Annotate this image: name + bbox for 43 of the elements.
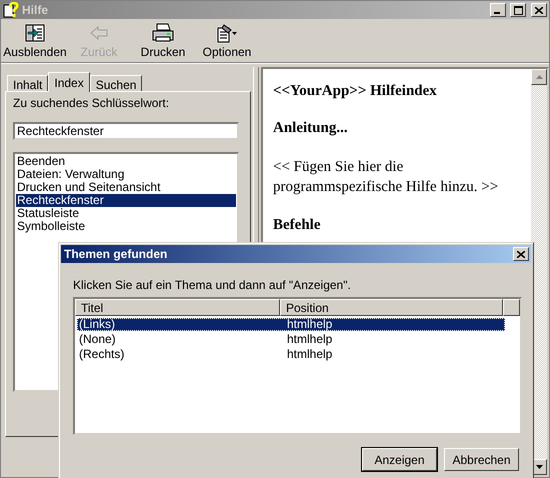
column-header[interactable]: Position (280, 299, 503, 316)
help-heading: Anleitung... (273, 120, 349, 137)
toolbar-button[interactable]: Drucken (131, 21, 195, 62)
hide-pane-icon (25, 23, 45, 43)
toolbar-button[interactable]: Optionen (195, 21, 259, 62)
dialog-button[interactable]: Anzeigen (362, 448, 437, 471)
printer-icon (152, 23, 174, 43)
up-arrow-icon (536, 75, 542, 79)
index-item[interactable]: Symbolleiste (16, 220, 236, 233)
tab[interactable]: Index (48, 72, 90, 92)
topic-row[interactable]: (Rechts) htmlhelp (77, 348, 505, 361)
dialog-button[interactable]: Abbrechen (444, 448, 519, 471)
help-heading: Befehle (273, 217, 322, 234)
back-arrow-icon (89, 23, 109, 43)
close-icon (535, 6, 543, 14)
keyword-field[interactable]: Rechteckfenster (13, 122, 239, 140)
close-icon (517, 250, 525, 258)
index-item[interactable]: Dateien: Verwaltung (16, 168, 236, 181)
tab[interactable]: Inhalt (7, 75, 48, 91)
minimize-button[interactable] (490, 3, 506, 17)
keyword-label: Zu suchendes Schlüsselwort: (13, 96, 170, 110)
maximize-button[interactable] (510, 3, 526, 17)
index-item[interactable]: Beenden (16, 155, 236, 168)
topic-row[interactable]: (Links) htmlhelp (77, 318, 505, 331)
close-button[interactable] (513, 247, 529, 261)
instruction-text: Klicken Sie auf ein Thema und dann auf "Anzeigen". (73, 278, 352, 292)
window-title: Hilfe (22, 3, 48, 17)
topic-row[interactable]: (None) htmlhelp (77, 333, 505, 346)
close-button[interactable] (531, 3, 547, 17)
options-icon (216, 23, 238, 43)
maximize-icon (514, 6, 522, 14)
tab[interactable]: Suchen (90, 75, 142, 91)
index-item[interactable]: Drucken und Seitenansicht (16, 181, 236, 194)
help-heading: <<YourApp>> Hilfeindex (273, 83, 438, 100)
index-item[interactable]: Rechteckfenster (16, 194, 236, 207)
down-arrow-icon (536, 465, 542, 469)
help-paragraph: << Fügen Sie hier die programmspezifische Hilfe hinzu. >> (273, 158, 500, 197)
index-item[interactable]: Statusleiste (16, 207, 236, 220)
dialog-title: Themen gefunden (64, 247, 168, 261)
column-header[interactable]: Titel (75, 299, 280, 316)
toolbar-button[interactable]: Ausblenden (3, 21, 67, 62)
help-icon (3, 2, 19, 18)
scroll-up-button[interactable] (531, 69, 547, 85)
